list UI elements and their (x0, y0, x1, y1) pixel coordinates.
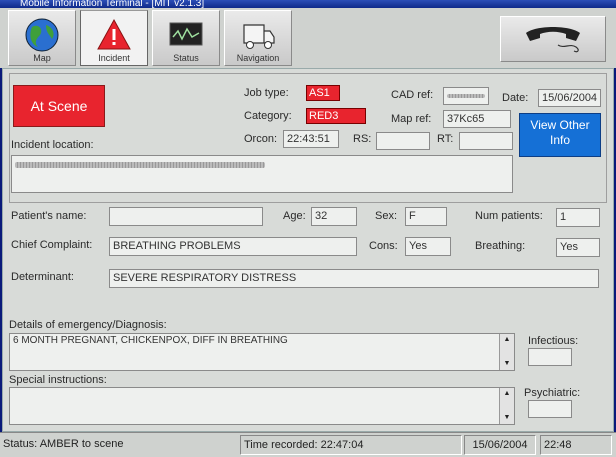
special-instructions-textarea[interactable]: ▲ ▼ (9, 387, 515, 425)
map-ref-label: Map ref: (391, 113, 432, 125)
determinant-label: Determinant: (11, 271, 74, 283)
scroll-down-icon[interactable]: ▼ (500, 358, 514, 370)
category-label: Category: (244, 110, 292, 122)
scroll-down-icon[interactable]: ▼ (500, 412, 514, 424)
phone-button[interactable] (500, 16, 606, 62)
rt-field[interactable] (459, 132, 513, 150)
rt-label: RT: (437, 133, 454, 145)
phone-handset-icon (526, 27, 580, 53)
special-instructions-scrollbar[interactable]: ▲ ▼ (499, 388, 514, 424)
status-date: 15/06/2004 (464, 435, 536, 455)
category-field[interactable]: RED3 (306, 108, 366, 124)
infectious-field[interactable] (528, 348, 572, 366)
tab-map[interactable]: Map (8, 10, 76, 66)
cad-ref-label: CAD ref: (391, 89, 434, 101)
job-type-field[interactable]: AS1 (306, 85, 340, 101)
status-bar: Status: AMBER to scene Time recorded: 22… (0, 432, 616, 457)
date-field[interactable]: 15/06/2004 (538, 89, 601, 107)
special-instructions-label: Special instructions: (9, 374, 107, 386)
tab-map-label: Map (33, 53, 51, 63)
details-textarea[interactable]: 6 MONTH PREGNANT, CHICKENPOX, DIFF IN BR… (9, 333, 515, 371)
age-field[interactable]: 32 (311, 207, 357, 226)
details-label: Details of emergency/Diagnosis: (9, 319, 167, 331)
details-text: 6 MONTH PREGNANT, CHICKENPOX, DIFF IN BR… (13, 335, 288, 346)
breathing-label: Breathing: (475, 240, 526, 252)
orcon-label: Orcon: (244, 133, 278, 145)
breathing-field[interactable]: Yes (556, 238, 600, 257)
rs-field[interactable] (376, 132, 430, 150)
determinant-field[interactable]: SEVERE RESPIRATORY DISTRESS (109, 269, 599, 288)
patient-name-field[interactable] (109, 207, 263, 226)
warning-triangle-icon (97, 18, 131, 50)
incident-location-field[interactable] (11, 155, 513, 193)
tab-status[interactable]: Status (152, 10, 220, 66)
scroll-up-icon[interactable]: ▲ (500, 388, 514, 400)
incident-panel: At Scene Job type: AS1 Category: RED3 CA… (2, 68, 614, 432)
cons-label: Cons: (369, 240, 398, 252)
patient-name-label: Patient's name: (11, 210, 87, 222)
job-type-label: Job type: (244, 87, 289, 99)
tab-status-label: Status (173, 53, 199, 63)
scroll-up-icon[interactable]: ▲ (500, 334, 514, 346)
status-text: Status: AMBER to scene (3, 438, 124, 450)
monitor-icon (169, 22, 203, 46)
globe-icon (25, 18, 59, 52)
tab-incident[interactable]: Incident (80, 10, 148, 66)
chief-complaint-label: Chief Complaint: (11, 239, 93, 251)
chief-complaint-field[interactable]: BREATHING PROBLEMS (109, 237, 357, 256)
psychiatric-field[interactable] (528, 400, 572, 418)
window-title: Mobile Information Terminal - [MIT v2.1.… (20, 0, 205, 8)
time-recorded: Time recorded: 22:47:04 (240, 435, 462, 455)
num-patients-field[interactable]: 1 (556, 208, 600, 227)
orcon-field[interactable]: 22:43:51 (283, 130, 339, 148)
map-ref-field[interactable]: 37Kc65 (443, 110, 511, 128)
toolbar: Map Incident Status Navigation (0, 8, 616, 68)
status-clock: 22:48 (540, 435, 612, 455)
tab-incident-label: Incident (98, 53, 130, 63)
rs-label: RS: (353, 133, 372, 145)
vehicle-icon (243, 24, 275, 49)
window-title-bar: Mobile Information Terminal - [MIT v2.1.… (0, 0, 616, 8)
age-label: Age: (283, 210, 306, 222)
num-patients-label: Num patients: (475, 210, 543, 222)
details-scrollbar[interactable]: ▲ ▼ (499, 334, 514, 370)
sex-field[interactable]: F (405, 207, 447, 226)
incident-location-obscured (15, 162, 265, 168)
cad-ref-field[interactable] (443, 87, 489, 105)
cons-field[interactable]: Yes (405, 237, 451, 256)
psychiatric-label: Psychiatric: (524, 387, 581, 399)
at-scene-button[interactable]: At Scene (13, 85, 105, 127)
date-label: Date: (502, 92, 529, 104)
cad-ref-obscured (447, 94, 485, 98)
tab-navigation-label: Navigation (236, 53, 280, 63)
infectious-label: Infectious: (528, 335, 579, 347)
tab-navigation[interactable]: Navigation (224, 10, 292, 66)
incident-location-label: Incident location: (11, 139, 94, 151)
view-other-info-button[interactable]: View Other Info (519, 113, 601, 157)
sex-label: Sex: (375, 210, 398, 222)
